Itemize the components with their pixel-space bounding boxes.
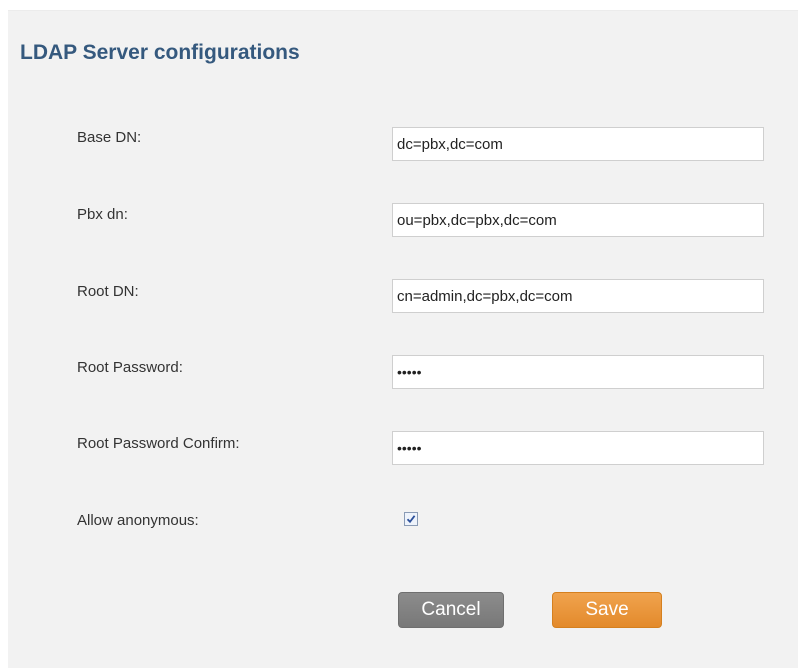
ldap-config-panel: LDAP Server configurations Base DN: Pbx …	[8, 10, 798, 668]
root-dn-field[interactable]	[392, 279, 764, 313]
allow-anonymous-checkbox[interactable]	[404, 512, 418, 526]
base-dn-field[interactable]	[392, 127, 764, 161]
checkmark-icon	[406, 515, 416, 524]
root-dn-label: Root DN:	[77, 283, 139, 300]
cancel-button[interactable]: Cancel	[398, 592, 504, 628]
root-password-field[interactable]	[392, 355, 764, 389]
base-dn-label: Base DN:	[77, 129, 142, 146]
save-button[interactable]: Save	[552, 592, 662, 628]
pbx-dn-label: Pbx dn:	[77, 206, 128, 223]
allow-anonymous-label: Allow anonymous:	[77, 512, 199, 529]
pbx-dn-field[interactable]	[392, 203, 764, 237]
root-password-confirm-field[interactable]	[392, 431, 764, 465]
root-password-label: Root Password:	[77, 359, 183, 376]
root-password-confirm-label: Root Password Confirm:	[77, 435, 240, 452]
panel-title: LDAP Server configurations	[20, 41, 300, 64]
